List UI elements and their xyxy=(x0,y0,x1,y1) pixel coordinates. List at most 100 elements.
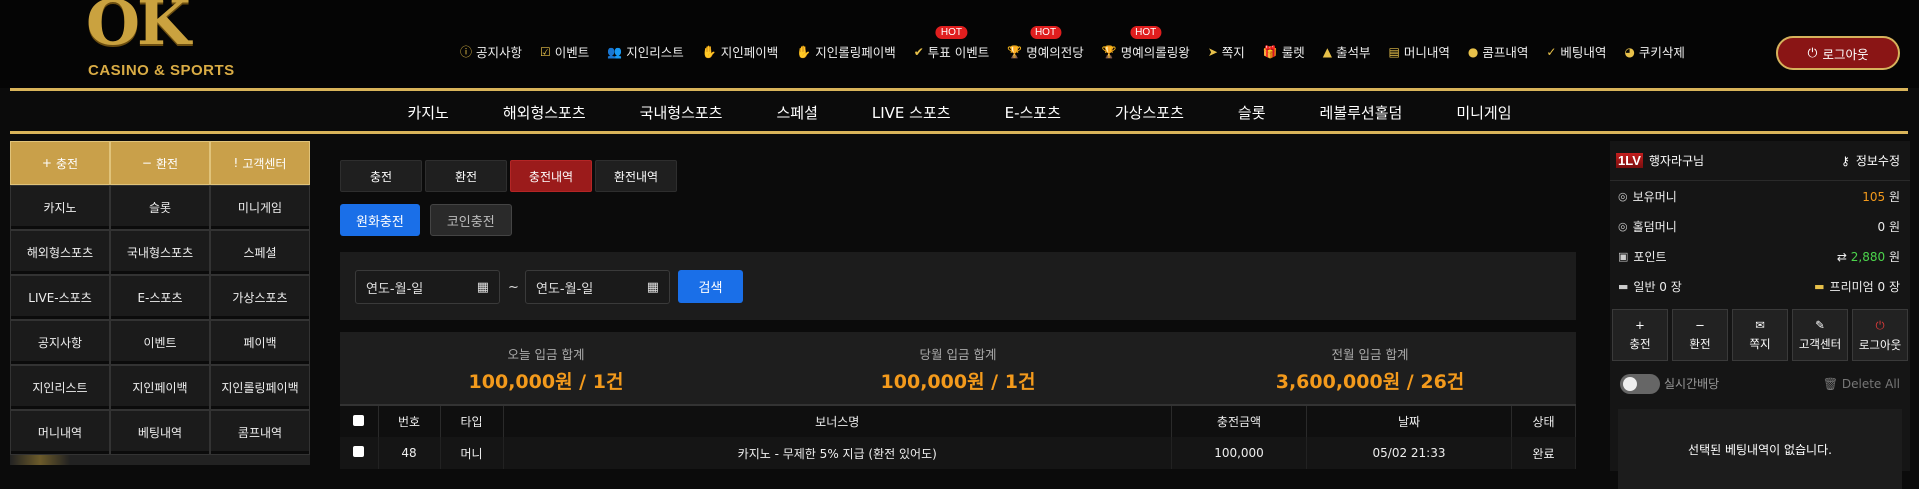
left-menu-item[interactable]: 지인페이백 xyxy=(110,365,210,410)
topnav-friend-rolling-payback[interactable]: ✋ 지인롤링페이백 xyxy=(796,42,895,61)
topnav-label: 쪽지 xyxy=(1221,45,1245,60)
mainnav-esports[interactable]: E-스포츠 xyxy=(978,102,1088,123)
holdem-label: 홀덤머니 xyxy=(1632,219,1677,234)
mainnav-overseas-sports[interactable]: 해외형스포츠 xyxy=(476,102,613,123)
left-menu-grid: 카지노 슬롯 미니게임 해외형스포츠 국내형스포츠 스페셜 LIVE-스포츠 E… xyxy=(10,185,310,455)
tab-withdraw-history[interactable]: 환전내역 xyxy=(595,160,677,192)
checkbox[interactable] xyxy=(353,414,365,426)
realtime-odds-toggle[interactable] xyxy=(1620,374,1660,394)
left-menu-item[interactable]: 베팅내역 xyxy=(110,410,210,455)
tab-withdraw[interactable]: 환전 xyxy=(425,160,507,192)
plus-icon: + xyxy=(1635,318,1645,332)
left-menu-item[interactable]: E-스포츠 xyxy=(110,275,210,320)
tab-deposit-history[interactable]: 충전내역 xyxy=(510,160,592,192)
logout-button[interactable]: ⏻ 로그아웃 xyxy=(1776,36,1900,70)
mainnav-domestic-sports[interactable]: 국내형스포츠 xyxy=(613,102,750,123)
topnav-roulette[interactable]: 🎁 룰렛 xyxy=(1263,42,1305,61)
mainnav-special[interactable]: 스페셜 xyxy=(749,102,844,123)
topnav-vote-event[interactable]: HOT ✔ 투표 이벤트 xyxy=(914,26,989,61)
left-menu-item[interactable]: LIVE-스포츠 xyxy=(10,275,110,320)
site-logo[interactable]: OK CASINO & SPORTS xyxy=(80,0,260,86)
topnav-hall-of-fame[interactable]: HOT 🏆 명예의전당 xyxy=(1007,26,1084,61)
tab-krw-deposit[interactable]: 원화충전 xyxy=(340,204,420,236)
edit-profile-link[interactable]: ⚷ 정보수정 xyxy=(1841,152,1900,169)
topnav-bet-history[interactable]: ✓ 베팅내역 xyxy=(1546,42,1606,61)
left-menu-item[interactable]: 미니게임 xyxy=(210,185,310,230)
delete-all-button[interactable]: 🗑 Delete All xyxy=(1823,377,1900,391)
left-menu-item[interactable]: 해외형스포츠 xyxy=(10,230,110,275)
mainnav-casino[interactable]: 카지노 xyxy=(380,102,475,123)
balance-row: ◎ 보유머니 105 원 xyxy=(1610,181,1910,211)
left-menu-item[interactable]: 가상스포츠 xyxy=(210,275,310,320)
left-menu-item[interactable]: 머니내역 xyxy=(10,410,110,455)
cell-type: 머니 xyxy=(440,437,504,469)
alert-icon: ! xyxy=(233,156,239,170)
left-menu-item[interactable]: 스페셜 xyxy=(210,230,310,275)
date-to-input[interactable]: 연도-월-일 ▦ xyxy=(525,270,670,304)
left-menu-item[interactable]: 페이백 xyxy=(210,320,310,365)
minus-icon: − xyxy=(1695,318,1705,332)
search-button[interactable]: 검색 xyxy=(678,270,743,303)
stamp-icon: ▲ xyxy=(1322,44,1332,59)
mainnav-holdem[interactable]: 레볼루션홀덤 xyxy=(1293,102,1430,123)
left-menu-item[interactable]: 이벤트 xyxy=(110,320,210,365)
button-label: 환전 xyxy=(155,156,179,171)
button-label: 고객센터 xyxy=(242,156,287,171)
mainnav-minigame[interactable]: 미니게임 xyxy=(1429,102,1538,123)
date-from-input[interactable]: 연도-월-일 ▦ xyxy=(355,270,500,304)
tab-coin-deposit[interactable]: 코인충전 xyxy=(429,204,512,236)
calendar-icon[interactable]: ▦ xyxy=(647,280,659,295)
right-logout-button[interactable]: ⏻ 로그아웃 xyxy=(1852,309,1908,361)
topnav-event[interactable]: ☑ 이벤트 xyxy=(540,42,589,61)
power-icon: ⏻ xyxy=(1807,45,1818,60)
topnav-comp-history[interactable]: ● 콤프내역 xyxy=(1468,42,1529,61)
topnav-label: 지인롤링페이백 xyxy=(815,45,896,60)
topnav-notice[interactable]: ⓘ 공지사항 xyxy=(460,42,522,61)
left-deposit-button[interactable]: + 충전 xyxy=(10,141,110,185)
topnav-money-history[interactable]: ▤ 머니내역 xyxy=(1389,42,1450,61)
divider xyxy=(10,131,1908,134)
mainnav-live-sports[interactable]: LIVE 스포츠 xyxy=(845,102,978,123)
left-menu-item[interactable]: 국내형스포츠 xyxy=(110,230,210,275)
ticket-row: ▬ 일반 0 장 ▬ 프리미엄 0 장 xyxy=(1610,271,1910,301)
exchange-icon[interactable]: ⇄ xyxy=(1837,250,1847,264)
left-menu-item[interactable]: 지인리스트 xyxy=(10,365,110,410)
left-menu-item[interactable]: 콤프내역 xyxy=(210,410,310,455)
promo-banner[interactable] xyxy=(10,455,310,465)
right-withdraw-button[interactable]: − 환전 xyxy=(1672,309,1728,361)
users-icon: 👥 xyxy=(607,44,623,59)
left-support-button[interactable]: ! 고객센터 xyxy=(210,141,310,185)
topnav-attendance[interactable]: ▲ 출석부 xyxy=(1323,42,1371,61)
topnav-label: 이벤트 xyxy=(554,45,590,60)
user-actions: + 충전 − 환전 ✉ 쪽지 ✎ 고객센터 ⏻ 로그아웃 xyxy=(1610,301,1910,361)
left-menu-item[interactable]: 카지노 xyxy=(10,185,110,230)
left-withdraw-button[interactable]: − 환전 xyxy=(110,141,210,185)
select-all-checkbox[interactable] xyxy=(340,404,379,437)
topnav-friend-payback[interactable]: ✋ 지인페이백 xyxy=(702,42,778,61)
main-content: 충전 환전 충전내역 환전내역 원화충전 코인충전 연도-월-일 ▦ ~ 연도-월… xyxy=(340,160,1576,469)
topnav-rolling-king[interactable]: HOT 🏆 명예의롤링왕 xyxy=(1102,26,1190,61)
mainnav-virtual-sports[interactable]: 가상스포츠 xyxy=(1088,102,1211,123)
calendar-icon[interactable]: ▦ xyxy=(477,280,489,295)
topnav-friend-list[interactable]: 👥 지인리스트 xyxy=(607,42,683,61)
point-icon: ▣ xyxy=(1618,249,1629,263)
topnav-message[interactable]: ➤ 쪽지 xyxy=(1208,42,1245,61)
right-support-button[interactable]: ✎ 고객센터 xyxy=(1792,309,1848,361)
point-row: ▣ 포인트 ⇄ 2,880 원 xyxy=(1610,241,1910,271)
info-icon: ⓘ xyxy=(460,45,473,59)
tab-deposit[interactable]: 충전 xyxy=(340,160,422,192)
stat-today: 오늘 입금 합계 100,000원 / 1건 xyxy=(340,344,752,404)
table-header-row: 번호 타입 보너스명 충전금액 날짜 상태 xyxy=(340,404,1576,437)
left-menu-item[interactable]: 지인롤링페이백 xyxy=(210,365,310,410)
mainnav-slot[interactable]: 슬롯 xyxy=(1211,102,1293,123)
edit-profile-label: 정보수정 xyxy=(1855,154,1900,168)
checkbox[interactable] xyxy=(353,446,365,457)
right-deposit-button[interactable]: + 충전 xyxy=(1612,309,1668,361)
topnav-clear-cookies[interactable]: ◕ 쿠키삭제 xyxy=(1624,42,1685,61)
left-menu-item[interactable]: 슬롯 xyxy=(110,185,210,230)
row-checkbox[interactable] xyxy=(340,437,379,469)
right-message-button[interactable]: ✉ 쪽지 xyxy=(1732,309,1788,361)
range-separator: ~ xyxy=(508,280,519,295)
left-menu-item[interactable]: 공지사항 xyxy=(10,320,110,365)
stat-value: 100,000원 / 1건 xyxy=(880,371,1036,393)
